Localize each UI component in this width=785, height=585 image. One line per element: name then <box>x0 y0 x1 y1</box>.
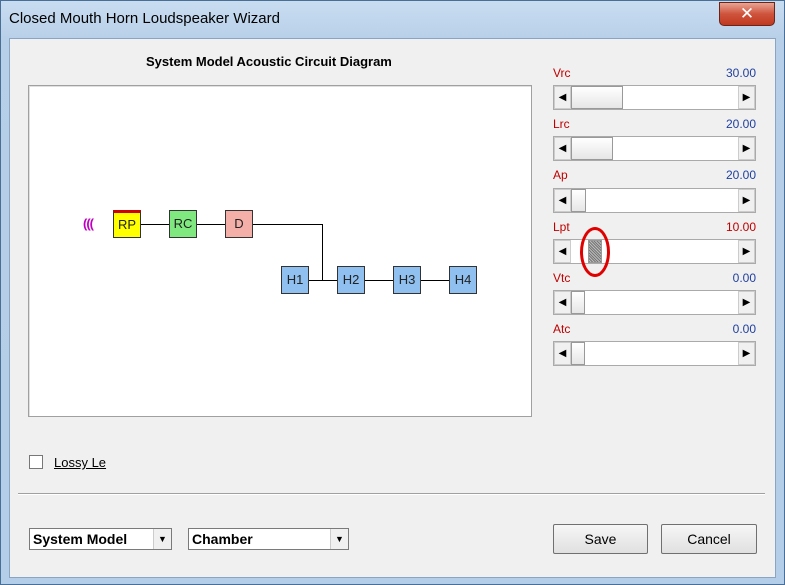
slider-value-lrc: 20.00 <box>725 117 756 131</box>
arrow-left-icon[interactable]: ◀ <box>554 240 571 263</box>
connector-h2-h3 <box>365 280 393 281</box>
arrow-left-icon[interactable]: ◀ <box>554 189 571 212</box>
node-h1-label: H1 <box>286 272 304 287</box>
lossy-le-text: Lossy Le <box>54 455 107 470</box>
lossy-le-label[interactable]: Lossy Le <box>54 455 106 470</box>
slider-value-ap: 20.00 <box>725 168 756 182</box>
connector-h3-h4 <box>421 280 449 281</box>
slider-thumb-vtc[interactable] <box>571 291 585 314</box>
lossy-le-checkbox[interactable] <box>29 455 43 469</box>
arrow-left-icon[interactable]: ◀ <box>554 86 571 109</box>
slider-vrc[interactable]: ◀ ▶ <box>553 85 756 110</box>
slider-value-lpt: 10.00 <box>725 220 756 234</box>
slider-label-lrc: Lrc <box>553 117 570 131</box>
slider-ap[interactable]: ◀ ▶ <box>553 188 756 213</box>
window-title: Closed Mouth Horn Loudspeaker Wizard <box>9 10 280 27</box>
connector-vertical <box>322 224 323 281</box>
chamber-select-value: Chamber <box>192 531 253 547</box>
slider-thumb-ap[interactable] <box>571 189 586 212</box>
model-select[interactable]: System Model ▼ <box>29 528 172 550</box>
node-h1[interactable]: H1 <box>281 266 309 294</box>
slider-thumb-vrc[interactable] <box>571 86 623 109</box>
save-button-label: Save <box>584 531 617 547</box>
slider-value-vrc: 30.00 <box>725 66 756 80</box>
close-button[interactable]: ✕ <box>719 2 775 26</box>
diagram-title: System Model Acoustic Circuit Diagram <box>146 54 392 69</box>
slider-thumb-lrc[interactable] <box>571 137 613 160</box>
chevron-down-icon[interactable]: ▼ <box>153 529 171 549</box>
slider-vtc[interactable]: ◀ ▶ <box>553 290 756 315</box>
circuit-diagram-panel <box>28 85 532 417</box>
slider-label-vrc: Vrc <box>553 66 571 80</box>
slider-value-atc: 0.00 <box>732 322 756 336</box>
slider-thumb-atc[interactable] <box>571 342 585 365</box>
chamber-select[interactable]: Chamber ▼ <box>188 528 349 550</box>
arrow-right-icon[interactable]: ▶ <box>738 342 755 365</box>
cancel-button[interactable]: Cancel <box>661 524 757 554</box>
arrow-right-icon[interactable]: ▶ <box>738 137 755 160</box>
slider-label-lpt: Lpt <box>553 220 570 234</box>
title-bar: Closed Mouth Horn Loudspeaker Wizard ✕ <box>1 1 784 37</box>
node-h3-label: H3 <box>398 272 416 287</box>
node-h4-label: H4 <box>454 272 472 287</box>
connector-rp-rc <box>141 224 169 225</box>
arrow-left-icon[interactable]: ◀ <box>554 342 571 365</box>
arrow-right-icon[interactable]: ▶ <box>738 291 755 314</box>
arrow-left-icon[interactable]: ◀ <box>554 137 571 160</box>
cancel-button-label: Cancel <box>687 531 731 547</box>
highlight-circle <box>580 227 610 277</box>
node-rp[interactable]: RP <box>113 210 141 238</box>
slider-atc[interactable]: ◀ ▶ <box>553 341 756 366</box>
connector-rc-d <box>197 224 225 225</box>
separator <box>18 493 765 495</box>
arrow-right-icon[interactable]: ▶ <box>738 86 755 109</box>
arrow-right-icon[interactable]: ▶ <box>738 240 755 263</box>
connector-h1-h2 <box>309 280 337 281</box>
slider-label-vtc: Vtc <box>553 271 571 285</box>
slider-label-ap: Ap <box>553 168 568 182</box>
slider-lrc[interactable]: ◀ ▶ <box>553 136 756 161</box>
arrow-left-icon[interactable]: ◀ <box>554 291 571 314</box>
node-d[interactable]: D <box>225 210 253 238</box>
slider-value-vtc: 0.00 <box>732 271 756 285</box>
sound-source-icon: ((( <box>83 216 94 231</box>
node-h2-label: H2 <box>342 272 360 287</box>
node-h3[interactable]: H3 <box>393 266 421 294</box>
connector-d-right <box>253 224 323 225</box>
slider-label-atc: Atc <box>553 322 571 336</box>
model-select-value: System Model <box>33 531 128 547</box>
node-d-label: D <box>234 216 244 231</box>
save-button[interactable]: Save <box>553 524 648 554</box>
chevron-down-icon[interactable]: ▼ <box>330 529 348 549</box>
node-rc[interactable]: RC <box>169 210 197 238</box>
node-h4[interactable]: H4 <box>449 266 477 294</box>
node-rp-label: RP <box>117 217 137 232</box>
arrow-right-icon[interactable]: ▶ <box>738 189 755 212</box>
node-rc-label: RC <box>173 216 193 231</box>
node-h2[interactable]: H2 <box>337 266 365 294</box>
